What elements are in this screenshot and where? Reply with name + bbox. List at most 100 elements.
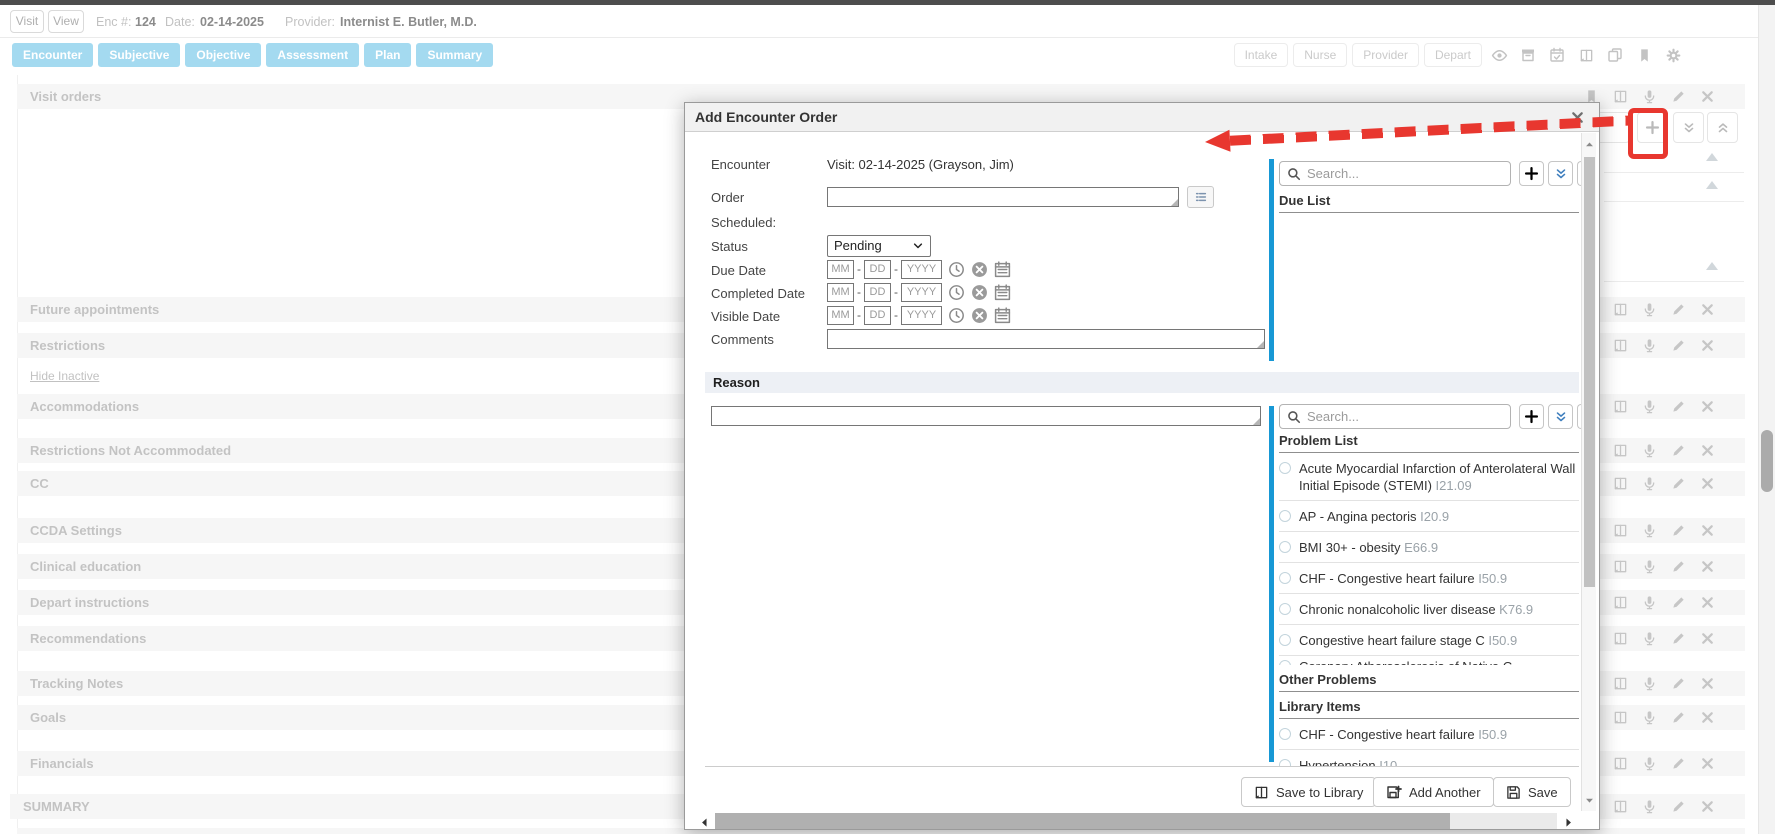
radio-button[interactable]	[1279, 541, 1291, 553]
reason-search-input[interactable]	[1307, 409, 1510, 424]
book-icon[interactable]	[1613, 399, 1628, 414]
x-icon[interactable]	[1700, 476, 1715, 491]
book-icon[interactable]	[1613, 631, 1628, 646]
bookmark-icon[interactable]	[1632, 43, 1656, 67]
tab-objective[interactable]: Objective	[185, 43, 261, 67]
reason-expand-button[interactable]	[1548, 404, 1573, 429]
x-icon[interactable]	[1700, 559, 1715, 574]
clear-date-icon[interactable]	[971, 284, 988, 301]
save-to-library-button[interactable]: Save to Library	[1241, 777, 1376, 807]
order-list-icon[interactable]	[1187, 186, 1214, 208]
clear-date-icon[interactable]	[971, 261, 988, 278]
eye-icon[interactable]	[1487, 43, 1511, 67]
mic-icon[interactable]	[1642, 399, 1657, 414]
clock-icon[interactable]	[948, 284, 965, 301]
pencil-icon[interactable]	[1671, 89, 1686, 104]
book-icon[interactable]	[1613, 710, 1628, 725]
radio-button[interactable]	[1279, 759, 1291, 766]
reason-input[interactable]	[711, 406, 1261, 426]
month-input[interactable]: MM	[827, 306, 854, 325]
x-icon[interactable]	[1700, 89, 1715, 104]
book-icon[interactable]	[1613, 302, 1628, 317]
due-list-search-input[interactable]	[1307, 166, 1510, 181]
book-icon[interactable]	[1574, 43, 1598, 67]
x-icon[interactable]	[1700, 631, 1715, 646]
year-input[interactable]: YYYY	[901, 306, 942, 325]
radio-button[interactable]	[1279, 510, 1291, 522]
order-input-resize-grip[interactable]	[1171, 199, 1178, 206]
x-icon[interactable]	[1700, 302, 1715, 317]
pencil-icon[interactable]	[1671, 631, 1686, 646]
hscroll-right-icon[interactable]	[1561, 815, 1575, 829]
vscroll-up-icon[interactable]	[1584, 137, 1595, 151]
vscroll-track[interactable]	[1581, 133, 1596, 811]
day-input[interactable]: DD	[864, 306, 891, 325]
year-input[interactable]: YYYY	[901, 260, 942, 279]
x-icon[interactable]	[1700, 443, 1715, 458]
collapse-all-button[interactable]	[1707, 112, 1738, 143]
vscroll-thumb[interactable]	[1584, 157, 1595, 587]
mic-icon[interactable]	[1642, 302, 1657, 317]
provider-stage-button[interactable]: Provider	[1352, 43, 1419, 67]
mic-icon[interactable]	[1642, 89, 1657, 104]
book-icon[interactable]	[1613, 523, 1628, 538]
x-icon[interactable]	[1700, 595, 1715, 610]
tab-assessment[interactable]: Assessment	[266, 43, 359, 67]
hide-inactive-link[interactable]: Hide Inactive	[30, 369, 99, 383]
nurse-stage-button[interactable]: Nurse	[1293, 43, 1347, 67]
collapse-row-icon[interactable]	[1706, 181, 1718, 189]
add-order-button[interactable]	[1637, 112, 1668, 143]
problem-item[interactable]: BMI 30+ - obesity E66.9	[1279, 532, 1579, 563]
book-icon[interactable]	[1613, 799, 1628, 814]
due-list-add-button[interactable]	[1519, 161, 1544, 186]
pencil-icon[interactable]	[1671, 302, 1686, 317]
mic-icon[interactable]	[1642, 595, 1657, 610]
pencil-icon[interactable]	[1671, 710, 1686, 725]
order-input[interactable]	[827, 187, 1179, 207]
problem-item[interactable]: Coronary Atherosclerosis of Native C	[1279, 656, 1579, 665]
depart-stage-button[interactable]: Depart	[1424, 43, 1482, 67]
mic-icon[interactable]	[1642, 756, 1657, 771]
pencil-icon[interactable]	[1671, 595, 1686, 610]
view-button[interactable]: View	[48, 10, 84, 33]
clock-icon[interactable]	[948, 307, 965, 324]
mic-icon[interactable]	[1642, 631, 1657, 646]
calendar-icon[interactable]	[994, 261, 1011, 278]
day-input[interactable]: DD	[864, 260, 891, 279]
radio-button[interactable]	[1279, 634, 1291, 646]
pencil-icon[interactable]	[1671, 559, 1686, 574]
calendar-icon[interactable]	[994, 307, 1011, 324]
vscroll-down-icon[interactable]	[1584, 793, 1595, 807]
due-list-expand-button[interactable]	[1548, 161, 1573, 186]
collapse-row-icon[interactable]	[1706, 153, 1718, 161]
problem-item[interactable]: Hypertension I10	[1279, 750, 1579, 766]
pencil-icon[interactable]	[1671, 676, 1686, 691]
problem-item[interactable]: AP - Angina pectoris I20.9	[1279, 501, 1579, 532]
year-input[interactable]: YYYY	[901, 283, 942, 302]
book-icon[interactable]	[1613, 559, 1628, 574]
tab-summary[interactable]: Summary	[416, 43, 493, 67]
page-scrollbar[interactable]	[1758, 5, 1775, 834]
pencil-icon[interactable]	[1671, 399, 1686, 414]
hscroll-thumb[interactable]	[715, 813, 1450, 829]
page-scrollbar-thumb[interactable]	[1761, 430, 1773, 492]
x-icon[interactable]	[1700, 399, 1715, 414]
book-icon[interactable]	[1613, 595, 1628, 610]
x-icon[interactable]	[1700, 710, 1715, 725]
collapse-row-icon[interactable]	[1706, 262, 1718, 270]
radio-button[interactable]	[1279, 572, 1291, 584]
add-another-button[interactable]: Add Another	[1373, 777, 1494, 807]
clear-date-icon[interactable]	[971, 307, 988, 324]
pencil-icon[interactable]	[1671, 443, 1686, 458]
pencil-icon[interactable]	[1671, 476, 1686, 491]
intake-stage-button[interactable]: Intake	[1234, 43, 1289, 67]
calendar-check-icon[interactable]	[1545, 43, 1569, 67]
close-icon[interactable]	[1569, 109, 1585, 125]
comments-input[interactable]	[827, 329, 1265, 349]
visit-button[interactable]: Visit	[10, 10, 44, 33]
pencil-icon[interactable]	[1671, 338, 1686, 353]
mic-icon[interactable]	[1642, 559, 1657, 574]
mic-icon[interactable]	[1642, 443, 1657, 458]
book-icon[interactable]	[1613, 676, 1628, 691]
radio-button[interactable]	[1279, 603, 1291, 615]
